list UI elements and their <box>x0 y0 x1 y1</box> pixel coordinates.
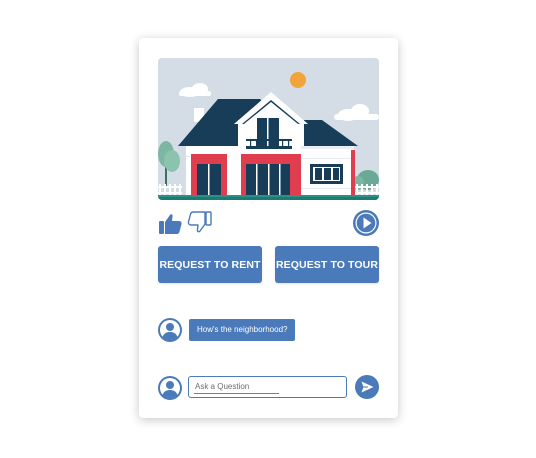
question-field[interactable] <box>188 376 347 398</box>
page: REQUEST TO RENT REQUEST TO TOUR How's th… <box>0 0 536 458</box>
question-input[interactable] <box>194 379 279 394</box>
thumbs-down-icon[interactable] <box>187 211 212 235</box>
user-avatar <box>158 376 182 400</box>
sun-shape <box>290 72 306 88</box>
listing-photo[interactable] <box>158 58 379 200</box>
reaction-bar <box>158 210 379 236</box>
avatar <box>158 318 182 342</box>
send-icon[interactable] <box>355 375 379 399</box>
chat-message-bubble: How's the neighborhood? <box>189 319 296 341</box>
thumbs-up-icon[interactable] <box>158 211 183 235</box>
request-to-tour-button[interactable]: REQUEST TO TOUR <box>275 246 379 283</box>
house-illustration <box>158 58 379 200</box>
play-icon[interactable] <box>353 210 379 236</box>
listing-card: REQUEST TO RENT REQUEST TO TOUR How's th… <box>139 38 398 418</box>
request-to-rent-button[interactable]: REQUEST TO RENT <box>158 246 262 283</box>
